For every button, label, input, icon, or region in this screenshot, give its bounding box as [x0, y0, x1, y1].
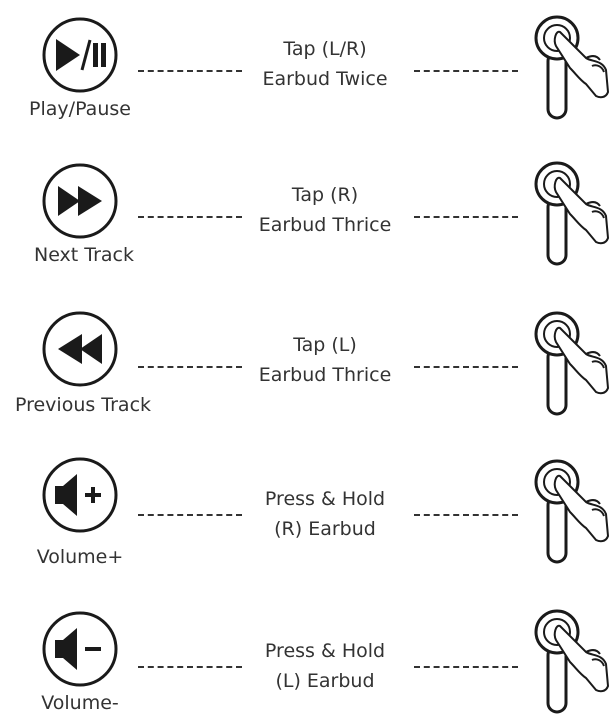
dashed-connector-right [414, 216, 518, 218]
action-line-2: (L) Earbud [275, 670, 375, 692]
action-text: Tap (R) Earbud Thrice [240, 180, 410, 240]
action-line-1: Tap (L/R) [283, 38, 367, 60]
function-label: Next Track [33, 244, 135, 266]
action-line-1: Press & Hold [264, 488, 386, 510]
dashed-connector-right [414, 70, 518, 72]
action-line-2: Earbud Twice [262, 68, 388, 90]
earbud-tap-icon [534, 161, 610, 266]
dashed-connector-left [138, 216, 242, 218]
earbud-tap-icon [534, 15, 610, 120]
next-track-icon [42, 163, 118, 239]
function-label: Volume- [41, 692, 119, 714]
dashed-connector-left [138, 666, 242, 668]
action-line-1: Tap (L) [293, 334, 357, 356]
earbud-tap-icon [534, 459, 610, 564]
control-row-volume-down: Volume- Press & Hold (L) Earbud [0, 594, 610, 714]
action-line-1: Tap (R) [291, 184, 359, 206]
action-line-2: (R) Earbud [274, 518, 376, 540]
previous-track-icon [42, 311, 118, 387]
dashed-connector-right [414, 666, 518, 668]
earbud-tap-icon [534, 609, 610, 714]
action-line-2: Earbud Thrice [258, 364, 392, 386]
function-label: Play/Pause [29, 98, 131, 120]
action-text: Press & Hold (L) Earbud [240, 636, 410, 696]
volume-up-icon [42, 457, 118, 533]
volume-down-icon [42, 611, 118, 687]
earbud-tap-icon [534, 311, 610, 416]
action-text: Tap (L/R) Earbud Twice [240, 34, 410, 94]
control-row-previous-track: Previous Track Tap (L) Earbud Thrice [0, 294, 610, 416]
dashed-connector-left [138, 366, 242, 368]
dashed-connector-left [138, 514, 242, 516]
play-pause-icon [42, 17, 118, 93]
function-label: Previous Track [14, 394, 152, 416]
control-row-play-pause: Play/Pause Tap (L/R) Earbud Twice [0, 0, 610, 120]
action-line-1: Press & Hold [264, 640, 386, 662]
action-line-2: Earbud Thrice [258, 214, 392, 236]
action-text: Tap (L) Earbud Thrice [240, 330, 410, 390]
dashed-connector-right [414, 366, 518, 368]
dashed-connector-right [414, 514, 518, 516]
dashed-connector-left [138, 70, 242, 72]
action-text: Press & Hold (R) Earbud [240, 484, 410, 544]
function-label: Volume+ [36, 546, 124, 568]
control-row-volume-up: Volume+ Press & Hold (R) Earbud [0, 440, 610, 568]
control-row-next-track: Next Track Tap (R) Earbud Thrice [0, 146, 610, 266]
